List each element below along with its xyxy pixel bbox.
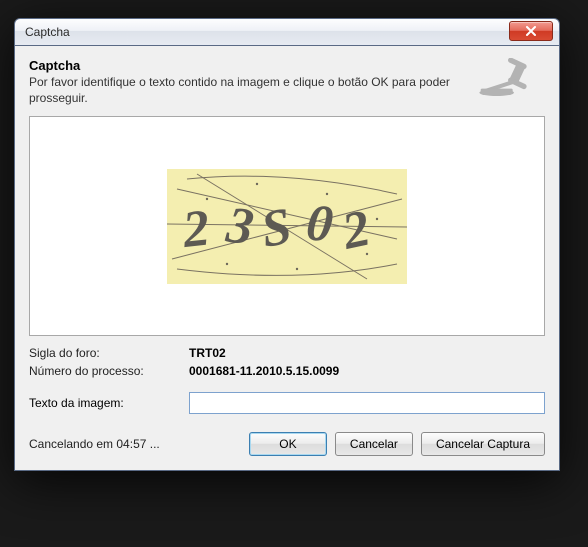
numero-label: Número do processo: xyxy=(29,364,189,378)
sigla-value: TRT02 xyxy=(189,346,545,360)
header-description: Por favor identifique o texto contido na… xyxy=(29,75,465,106)
cancel-button[interactable]: Cancelar xyxy=(335,432,413,456)
window-body: Captcha Por favor identifique o texto co… xyxy=(14,46,560,471)
svg-text:S: S xyxy=(257,197,295,258)
countdown-text: Cancelando em 04:57 ... xyxy=(29,437,249,451)
numero-value: 0001681-11.2010.5.15.0099 xyxy=(189,364,545,378)
svg-text:2: 2 xyxy=(337,199,375,260)
titlebar[interactable]: Captcha xyxy=(14,18,560,46)
captcha-image: 2 3 S 0 2 xyxy=(167,169,407,284)
captcha-frame: 2 3 S 0 2 xyxy=(29,116,545,336)
close-button[interactable] xyxy=(509,21,553,41)
close-icon xyxy=(525,26,537,36)
input-row: Texto da imagem: xyxy=(29,392,545,414)
dialog-window: Captcha Captcha Por favor identifique o … xyxy=(14,18,560,471)
sigla-label: Sigla do foro: xyxy=(29,346,189,360)
bottom-row: Cancelando em 04:57 ... OK Cancelar Canc… xyxy=(29,432,545,456)
svg-text:0: 0 xyxy=(304,194,336,253)
captcha-text-input[interactable] xyxy=(189,392,545,414)
header-title: Captcha xyxy=(29,58,465,73)
header-block: Captcha Por favor identifique o texto co… xyxy=(29,58,545,106)
button-group: OK Cancelar Cancelar Captura xyxy=(249,432,545,456)
svg-text:3: 3 xyxy=(222,196,257,256)
cancel-capture-button[interactable]: Cancelar Captura xyxy=(421,432,545,456)
gavel-icon xyxy=(475,58,545,98)
window-title: Captcha xyxy=(25,25,70,39)
svg-text:2: 2 xyxy=(179,199,212,259)
info-grid: Sigla do foro: TRT02 Número do processo:… xyxy=(29,346,545,378)
texto-label: Texto da imagem: xyxy=(29,396,181,410)
ok-button[interactable]: OK xyxy=(249,432,327,456)
